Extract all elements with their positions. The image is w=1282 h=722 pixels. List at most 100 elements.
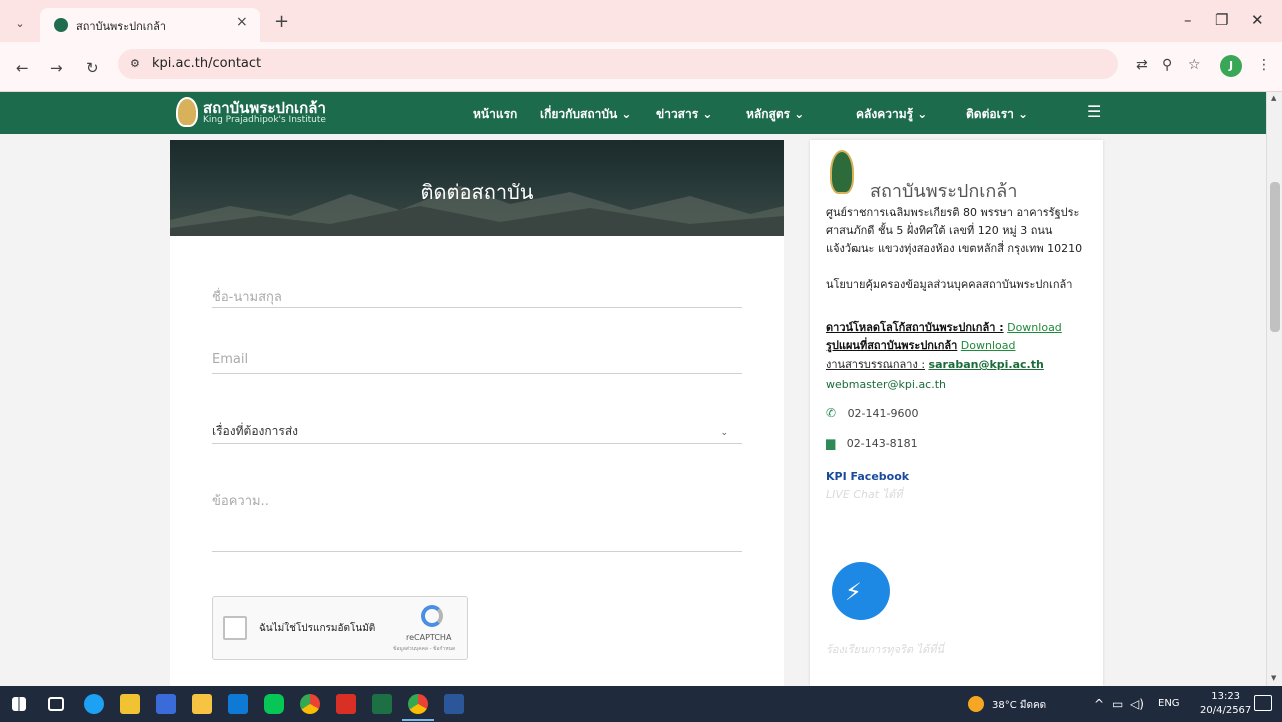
kpi-emblem-icon — [830, 150, 854, 194]
hamburger-menu-icon[interactable]: ☰ — [1087, 102, 1101, 121]
page-scrollbar[interactable]: ▲ ▼ — [1266, 92, 1282, 686]
network-icon[interactable]: ▭ — [1112, 697, 1123, 711]
chevron-down-icon: ⌄ — [720, 428, 728, 438]
excel-icon[interactable] — [372, 694, 392, 714]
acrobat-icon[interactable] — [336, 694, 356, 714]
chrome-profile-icon[interactable] — [408, 694, 428, 714]
messenger-bolt-icon: ⚡ — [845, 578, 862, 606]
nav-courses[interactable]: หลักสูตร ⌄ — [746, 105, 804, 124]
minimize-icon[interactable]: – — [1184, 11, 1192, 29]
line-icon[interactable] — [264, 694, 284, 714]
url-text[interactable]: kpi.ac.th/contact — [152, 56, 261, 71]
zoom-icon[interactable]: ⚲ — [1162, 57, 1172, 73]
logo-download-row: ดาวน์โหลดโลโก้สถาบันพระปกเกล้า : Downloa… — [826, 318, 1062, 336]
recaptcha-logo-icon — [421, 605, 443, 627]
address-bar[interactable]: ⚙ kpi.ac.th/contact — [118, 49, 1118, 79]
map-download-label: รูปแผนที่สถาบันพระปกเกล้า — [826, 339, 958, 352]
notification-icon[interactable] — [1254, 695, 1272, 711]
language-indicator[interactable]: ENG — [1158, 698, 1180, 709]
profile-avatar[interactable]: J — [1220, 55, 1242, 77]
contact-banner: ติดต่อสถาบัน — [170, 140, 784, 236]
browser-tab-bar: ⌄ สถาบันพระปกเกล้า × + – ❐ ✕ — [0, 0, 1282, 42]
file-explorer-icon[interactable] — [120, 694, 140, 714]
page-title: ติดต่อสถาบัน — [420, 180, 534, 204]
name-placeholder: ชื่อ-นามสกุล — [212, 290, 282, 305]
nav-knowledge[interactable]: คลังความรู้ ⌄ — [856, 105, 927, 124]
tab-title: สถาบันพระปกเกล้า — [76, 20, 167, 33]
back-icon[interactable]: ← — [16, 59, 29, 77]
volume-icon[interactable]: ◁) — [1130, 697, 1144, 711]
scroll-thumb[interactable] — [1270, 182, 1280, 332]
windows-start-icon[interactable] — [12, 697, 26, 711]
edge-icon[interactable] — [84, 694, 104, 714]
reload-icon[interactable]: ↻ — [86, 59, 99, 77]
contact-form-card: ติดต่อสถาบัน ชื่อ-นามสกุล Email เรื่องที… — [170, 140, 784, 686]
new-tab-icon[interactable]: + — [274, 11, 289, 32]
live-chat-label: LIVE Chat ได้ที่ — [826, 488, 903, 501]
forward-icon[interactable]: → — [50, 59, 63, 77]
saraban-label: งานสารบรรณกลาง : — [826, 358, 926, 371]
task-view-icon[interactable] — [48, 697, 64, 711]
chrome-icon[interactable] — [300, 694, 320, 714]
page-content: ติดต่อสถาบัน ชื่อ-นามสกุล Email เรื่องที… — [0, 134, 1266, 686]
message-placeholder: ข้อความ.. — [212, 494, 269, 509]
site-header: สถาบันพระปกเกล้า King Prajadhipok's Inst… — [0, 92, 1266, 134]
complaint-label[interactable]: ร้องเรียนการทุจริต ได้ที่นี่ — [826, 640, 944, 658]
saraban-row: งานสารบรรณกลาง : saraban@kpi.ac.th — [826, 355, 1044, 373]
facebook-link[interactable]: KPI Facebook — [826, 470, 909, 483]
subject-value: เรื่องที่ต้องการส่ง — [212, 424, 299, 438]
info-address: ศูนย์ราชการเฉลิมพระเกียรติ 80 พรรษา อาคา… — [826, 206, 1083, 255]
close-window-icon[interactable]: ✕ — [1251, 11, 1264, 29]
bookmark-star-icon[interactable]: ☆ — [1188, 57, 1201, 73]
kpi-logo-icon[interactable] — [176, 97, 198, 127]
site-logo-subtitle: King Prajadhipok's Institute — [203, 115, 326, 125]
recaptcha-checkbox[interactable] — [223, 616, 247, 640]
browser-menu-icon[interactable]: ⋮ — [1257, 57, 1271, 73]
info-institute-name: สถาบันพระปกเกล้า — [870, 181, 1018, 202]
saraban-email-link[interactable]: saraban@kpi.ac.th — [929, 358, 1044, 371]
clock[interactable]: 13:23 20/4/2567 — [1200, 690, 1251, 718]
tab-close-icon[interactable]: × — [236, 14, 248, 30]
name-input[interactable]: ชื่อ-นามสกุล — [212, 278, 742, 308]
nav-about[interactable]: เกี่ยวกับสถาบัน ⌄ — [540, 105, 631, 124]
translate-icon[interactable]: ⇄ — [1136, 57, 1148, 73]
site-info-icon[interactable]: ⚙ — [130, 57, 140, 70]
tab-search-chevron-icon[interactable]: ⌄ — [10, 14, 30, 34]
tray-chevron-icon[interactable]: ^ — [1094, 697, 1104, 711]
webmaster-email-link[interactable]: webmaster@kpi.ac.th — [826, 378, 946, 391]
recaptcha-label: ฉันไม่ใช่โปรแกรมอัตโนมัติ — [259, 623, 376, 634]
recaptcha-widget: ฉันไม่ใช่โปรแกรมอัตโนมัติ reCAPTCHA ข้อม… — [212, 596, 468, 660]
subject-select[interactable]: เรื่องที่ต้องการส่ง ⌄ — [212, 414, 742, 444]
nav-news[interactable]: ข่าวสาร ⌄ — [656, 105, 712, 124]
privacy-policy-link[interactable]: นโยบายคุ้มครองข้อมูลส่วนบุคคลสถาบันพระปก… — [826, 276, 1096, 294]
fax-number: 02-143-8181 — [846, 437, 918, 450]
contact-info-card: สถาบันพระปกเกล้า ศูนย์ราชการเฉลิมพระเกีย… — [810, 140, 1103, 686]
windows-taskbar: 38°C มืดคด ^ ▭ ◁) ENG 13:23 20/4/2567 — [0, 686, 1282, 722]
favicon-icon — [54, 18, 68, 32]
recaptcha-links[interactable]: ข้อมูลส่วนบุคคล - ข้อกำหนด — [393, 645, 455, 653]
messenger-icon[interactable]: ⚡ — [832, 562, 890, 620]
scroll-down-icon[interactable]: ▼ — [1271, 674, 1276, 682]
browser-tab[interactable]: สถาบันพระปกเกล้า × — [40, 8, 260, 42]
app-chart-icon[interactable] — [192, 694, 212, 714]
weather-icon[interactable] — [968, 696, 984, 712]
fax-icon: ▆ — [826, 436, 836, 450]
clock-time: 13:23 — [1211, 691, 1241, 702]
email-placeholder: Email — [212, 352, 249, 367]
nav-home[interactable]: หน้าแรก — [473, 105, 517, 124]
mail-icon[interactable] — [228, 694, 248, 714]
map-download-link[interactable]: Download — [961, 339, 1016, 352]
recaptcha-brand: reCAPTCHA — [406, 633, 452, 642]
weather-text[interactable]: 38°C มืดคด — [992, 698, 1046, 713]
email-input[interactable]: Email — [212, 344, 742, 374]
restore-icon[interactable]: ❐ — [1215, 11, 1228, 29]
word-icon[interactable] — [444, 694, 464, 714]
logo-download-link[interactable]: Download — [1007, 321, 1062, 334]
message-textarea[interactable]: ข้อความ.. — [212, 482, 742, 552]
store-icon[interactable] — [156, 694, 176, 714]
address-toolbar: ← → ↻ ⚙ kpi.ac.th/contact ⇄ ⚲ ☆ J ⋮ — [0, 42, 1282, 92]
nav-contact[interactable]: ติดต่อเรา ⌄ — [966, 105, 1028, 124]
phone-number[interactable]: 02-141-9600 — [848, 407, 919, 420]
phone-row: ✆ 02-141-9600 — [826, 406, 919, 420]
scroll-up-icon[interactable]: ▲ — [1271, 94, 1276, 102]
